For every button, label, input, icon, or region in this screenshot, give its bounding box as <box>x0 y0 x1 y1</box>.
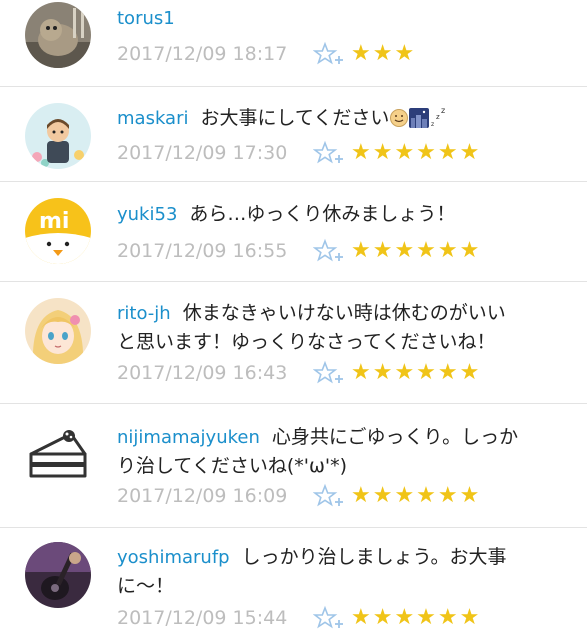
comment-username[interactable]: nijimamajyuken <box>117 427 260 448</box>
svg-text:z: z <box>436 113 440 121</box>
add-favorite-star-icon[interactable] <box>312 605 349 631</box>
svg-text:mi: mi <box>39 209 69 234</box>
comment-username[interactable]: yoshimarufp <box>117 547 230 568</box>
comment-item: mi yuki53 あら…ゆっくり休みましょう！ 2017/12/09 16:55… <box>0 182 587 282</box>
user-avatar[interactable] <box>25 2 91 68</box>
svg-text:z: z <box>441 106 445 115</box>
comment-item: nijimamajyuken 心身共にごゆっくり。しっか り治してくださいね(*'… <box>0 404 587 528</box>
cake-avatar-icon <box>25 420 91 486</box>
add-favorite-star-icon[interactable] <box>312 41 349 67</box>
mi-logo-avatar-icon: mi <box>25 198 91 264</box>
comment-item: yoshimarufp しっかり治しましょう。お大事 に〜！ 2017/12/09… <box>0 528 587 640</box>
rating-stars: ★★★★★★ <box>351 360 482 385</box>
comment-username[interactable]: rito-jh <box>117 303 171 324</box>
add-favorite-star-icon[interactable] <box>312 140 349 166</box>
rating-stars: ★★★★★★ <box>351 140 482 165</box>
guitar-photo-avatar-icon <box>25 542 91 608</box>
rating-stars: ★★★★★★ <box>351 483 482 508</box>
user-avatar[interactable] <box>25 420 91 486</box>
svg-text:z: z <box>431 121 434 128</box>
comment-item: rito-jh 休まなきゃいけない時は休むのがいい と思います！ゆっくりなさってく… <box>0 282 587 404</box>
smile-emoji-icon <box>389 108 409 137</box>
comment-text: お大事にしてください <box>200 107 390 129</box>
anime-avatar-icon <box>25 298 91 364</box>
user-avatar[interactable] <box>25 542 91 608</box>
comment-username[interactable]: maskari <box>117 108 188 129</box>
comment-username[interactable]: yuki53 <box>117 204 177 225</box>
night-city-sleep-emoji-icon: zzz <box>409 106 447 137</box>
rating-stars: ★★★★★★ <box>351 605 482 630</box>
comment-text-continued: り治してくださいね(*'ω'*) <box>117 455 348 477</box>
comment-username[interactable]: torus1 <box>117 8 175 29</box>
user-avatar[interactable] <box>25 298 91 364</box>
comment-list: torus1 2017/12/09 18:17 ★★★ maskari お大事に… <box>0 0 587 640</box>
comment-timestamp: 2017/12/09 17:30 <box>117 142 288 164</box>
rating-stars: ★★★ <box>351 41 417 66</box>
comment-timestamp: 2017/12/09 18:17 <box>117 43 288 65</box>
photo-avatar-icon <box>25 2 91 68</box>
comment-item: torus1 2017/12/09 18:17 ★★★ <box>0 0 587 87</box>
user-avatar[interactable] <box>25 103 91 169</box>
comment-timestamp: 2017/12/09 15:44 <box>117 607 288 629</box>
comment-timestamp: 2017/12/09 16:55 <box>117 240 288 262</box>
comment-text-continued: に〜！ <box>117 575 175 597</box>
add-favorite-star-icon[interactable] <box>312 483 349 509</box>
user-avatar[interactable]: mi <box>25 198 91 264</box>
comment-text: 休まなきゃいけない時は休むのがいい <box>182 302 506 324</box>
comment-timestamp: 2017/12/09 16:43 <box>117 362 288 384</box>
add-favorite-star-icon[interactable] <box>312 238 349 264</box>
comment-text: しっかり治しましょう。お大事 <box>241 546 507 568</box>
comment-text: 心身共にごゆっくり。しっか <box>271 426 519 448</box>
comment-text-continued: と思います！ゆっくりなさってくださいね！ <box>117 331 496 353</box>
comment-item: maskari お大事にしてください z z z 2017/12/09 17:30 ★★… <box>0 87 587 182</box>
rating-stars: ★★★★★★ <box>351 238 482 263</box>
illustrated-avatar-icon <box>25 103 91 169</box>
add-favorite-star-icon[interactable] <box>312 360 349 386</box>
comment-timestamp: 2017/12/09 16:09 <box>117 485 288 507</box>
comment-text: あら…ゆっくり休みましょう！ <box>189 203 456 225</box>
